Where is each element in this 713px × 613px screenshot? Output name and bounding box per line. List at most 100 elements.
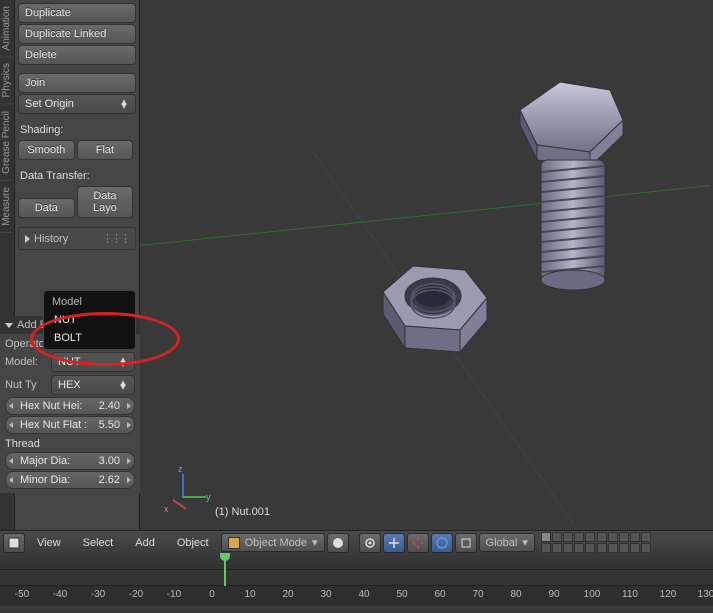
dropdown-handle-icon: ▴▾ [119, 100, 129, 108]
minor-dia-field[interactable]: Minor Dia: 2.62 [5, 471, 135, 489]
active-object-label: (1) Nut.001 [215, 506, 270, 518]
mode-dropdown[interactable]: Object Mode ▾ [221, 533, 325, 552]
manipulator-toggle[interactable] [383, 533, 405, 553]
timeline-tick: 80 [501, 589, 531, 600]
editor-type-button[interactable] [3, 533, 25, 553]
minor-dia-value: 2.62 [99, 474, 120, 486]
major-dia-value: 3.00 [99, 455, 120, 467]
layers-widget[interactable] [541, 532, 651, 553]
timeline-tick: 40 [349, 589, 379, 600]
axis-x-label: x [164, 504, 169, 514]
timeline-tick: 10 [235, 589, 265, 600]
manipulator-translate[interactable] [407, 533, 429, 553]
major-dia-field[interactable]: Major Dia: 3.00 [5, 452, 135, 470]
timeline-tick: -10 [159, 589, 189, 600]
timeline-tick: 90 [539, 589, 569, 600]
mode-label: Object Mode [245, 537, 307, 549]
delete-button[interactable]: Delete [18, 45, 136, 65]
dropdown-handle-icon: ▾ [522, 536, 528, 549]
timeline-tick: 120 [653, 589, 683, 600]
minor-dia-label: Minor Dia: [20, 474, 70, 486]
tab-measure[interactable]: Measure [0, 181, 13, 233]
3d-viewport[interactable]: z y x (1) Nut.001 [140, 0, 713, 530]
set-origin-dropdown[interactable]: Set Origin ▴▾ [18, 94, 136, 114]
shading-label: Shading: [18, 121, 136, 139]
timeline-tick: 110 [615, 589, 645, 600]
nut-type-dropdown[interactable]: HEX ▴▾ [51, 375, 135, 395]
bolt-mesh [495, 60, 645, 300]
object-mode-icon [228, 537, 240, 549]
model-enum-popup: Model NUT BOLT [43, 290, 136, 350]
timeline-tick: 100 [577, 589, 607, 600]
history-panel[interactable]: History ⋮⋮⋮ [18, 227, 136, 250]
hex-nut-height-field[interactable]: Hex Nut Hei: 2.40 [5, 397, 135, 415]
join-button[interactable]: Join [18, 73, 136, 93]
flat-button[interactable]: Flat [77, 140, 134, 160]
dropdown-handle-icon: ▴▾ [118, 381, 128, 389]
data-transfer-label: Data Transfer: [18, 167, 136, 185]
timeline-editor[interactable]: -50 -40 -30 -20 -10 0 10 20 30 40 50 60 70 80 90 100 110… [0, 554, 713, 613]
timeline-track[interactable] [0, 570, 713, 586]
popup-title: Model [46, 293, 133, 311]
model-dropdown[interactable]: NUT ▴▾ [51, 352, 135, 372]
3d-header: View Select Add Object Object Mode ▾ Glo… [0, 530, 713, 554]
nut-type-value: HEX [58, 379, 81, 391]
manipulator-scale[interactable] [455, 533, 477, 553]
hex-nut-flat-label: Hex Nut Flat : [20, 419, 87, 431]
select-menu[interactable]: Select [73, 537, 124, 549]
view-menu[interactable]: View [27, 537, 71, 549]
thread-label: Thread [5, 438, 135, 450]
smooth-button[interactable]: Smooth [18, 140, 75, 160]
major-dia-label: Major Dia: [20, 455, 70, 467]
expand-triangle-icon [5, 323, 13, 328]
timeline-ruler: -50 -40 -30 -20 -10 0 10 20 30 40 50 60 70 80 90 100 110… [0, 586, 713, 606]
timeline-tick: 60 [425, 589, 455, 600]
data-layout-button[interactable]: Data Layo [77, 186, 134, 218]
orientation-label: Global [486, 537, 518, 549]
playhead[interactable] [224, 554, 226, 590]
axis-y-label: y [206, 492, 211, 502]
set-origin-label: Set Origin [25, 98, 74, 110]
history-label: History [34, 233, 68, 245]
timeline-tick: -30 [83, 589, 113, 600]
shading-solid-button[interactable] [327, 533, 349, 553]
manipulator-rotate[interactable] [431, 533, 453, 553]
tab-animation[interactable]: Animation [0, 0, 13, 57]
timeline-tick: 130 [691, 589, 713, 600]
duplicate-button[interactable]: Duplicate [18, 3, 136, 23]
timeline-tick: 50 [387, 589, 417, 600]
model-option-bolt[interactable]: BOLT [46, 329, 133, 347]
collapse-triangle-icon [25, 235, 30, 243]
tab-grease-pencil[interactable]: Grease Pencil [0, 105, 13, 181]
panel-grip-icon: ⋮⋮⋮ [102, 232, 129, 245]
operator-presets-label: Operato [5, 338, 47, 350]
hex-nut-height-label: Hex Nut Hei: [20, 400, 82, 412]
model-label: Model: [5, 356, 47, 368]
model-value: NUT [58, 356, 81, 368]
pivot-button[interactable] [359, 533, 381, 553]
timeline-scrub-bar[interactable] [0, 554, 713, 570]
timeline-tick: -50 [7, 589, 37, 600]
timeline-tick: 0 [197, 589, 227, 600]
duplicate-linked-button[interactable]: Duplicate Linked [18, 24, 136, 44]
hex-nut-flat-field[interactable]: Hex Nut Flat : 5.50 [5, 416, 135, 434]
nut-type-label: Nut Ty [5, 379, 47, 391]
hex-nut-flat-value: 5.50 [99, 419, 120, 431]
timeline-tick: -40 [45, 589, 75, 600]
dropdown-handle-icon: ▾ [312, 536, 318, 549]
add-menu[interactable]: Add [125, 537, 165, 549]
dropdown-handle-icon: ▴▾ [118, 358, 128, 366]
object-menu[interactable]: Object [167, 537, 219, 549]
axis-z-label: z [178, 464, 183, 474]
timeline-tick: -20 [121, 589, 151, 600]
data-button[interactable]: Data [18, 198, 75, 218]
nut-mesh [365, 230, 505, 360]
tab-physics[interactable]: Physics [0, 57, 13, 104]
axis-gizmo: z y x [170, 470, 210, 510]
timeline-tick: 70 [463, 589, 493, 600]
orientation-dropdown[interactable]: Global ▾ [479, 533, 535, 552]
model-option-nut[interactable]: NUT [46, 311, 133, 329]
hex-nut-height-value: 2.40 [99, 400, 120, 412]
timeline-tick: 30 [311, 589, 341, 600]
timeline-tick: 20 [273, 589, 303, 600]
